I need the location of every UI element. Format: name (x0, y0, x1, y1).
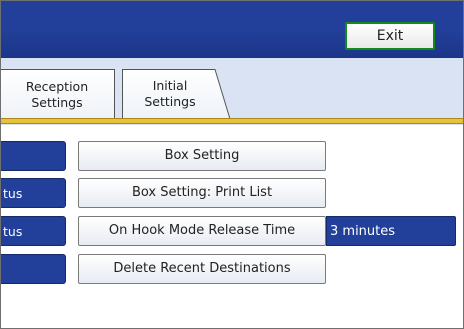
tab-label-line1: Initial (152, 78, 188, 93)
fax-settings-screen: Exit Reception Settings Initial Settings… (0, 0, 464, 329)
box-setting-print-list-button[interactable]: Box Setting: Print List (78, 178, 326, 208)
box-setting-button[interactable]: Box Setting (78, 141, 326, 171)
row-4-side-tab[interactable] (1, 254, 66, 284)
on-hook-mode-release-time-button[interactable]: On Hook Mode Release Time (78, 216, 326, 246)
delete-recent-destinations-button[interactable]: Delete Recent Destinations (78, 254, 326, 284)
row-3-side-tab[interactable]: tus (1, 216, 66, 246)
on-hook-release-time-value: 3 minutes (326, 216, 456, 246)
tab-initial-settings[interactable]: Initial Settings (122, 78, 218, 110)
tab-label-line2: Settings (144, 94, 196, 109)
row-1-side-tab[interactable] (1, 141, 66, 171)
tab-label-line2: Settings (31, 95, 83, 110)
tab-reception-settings[interactable]: Reception Settings (1, 69, 115, 119)
row-2-side-tab[interactable]: tus (1, 178, 66, 208)
exit-button[interactable]: Exit (345, 22, 435, 50)
tab-label-line1: Reception (25, 79, 89, 94)
title-bar: Exit (1, 1, 463, 58)
tab-divider (1, 118, 463, 124)
